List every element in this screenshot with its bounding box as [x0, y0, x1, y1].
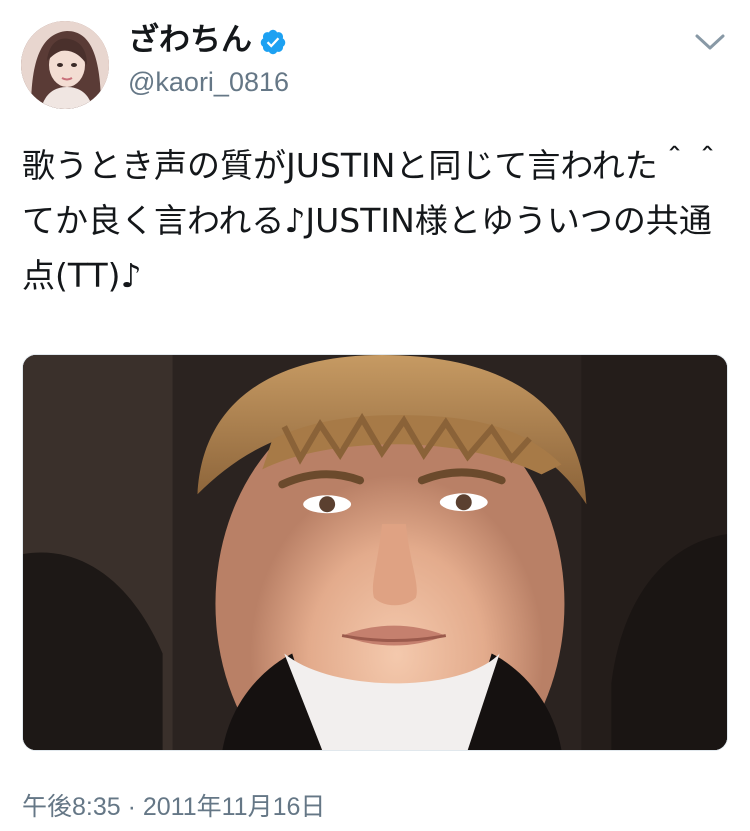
avatar-photo: [21, 21, 109, 109]
display-name[interactable]: ざわちん: [128, 20, 252, 60]
verified-badge-icon: [260, 29, 286, 55]
tweet-card: ざわちん @kaori_0816 歌うとき声の質がJUSTINと同じて言われた＾…: [0, 0, 750, 831]
avatar[interactable]: [21, 21, 109, 109]
chevron-down-icon[interactable]: [692, 28, 728, 56]
tweet-timestamp[interactable]: 午後8:35 · 2011年11月16日: [22, 790, 325, 824]
tweet-media-photo[interactable]: [22, 354, 728, 751]
photo-image: [23, 355, 727, 750]
user-handle[interactable]: @kaori_0816: [128, 65, 289, 99]
tweet-text: 歌うとき声の質がJUSTINと同じて言われた＾＾てか良く言われる♪JUSTIN様…: [22, 146, 724, 295]
